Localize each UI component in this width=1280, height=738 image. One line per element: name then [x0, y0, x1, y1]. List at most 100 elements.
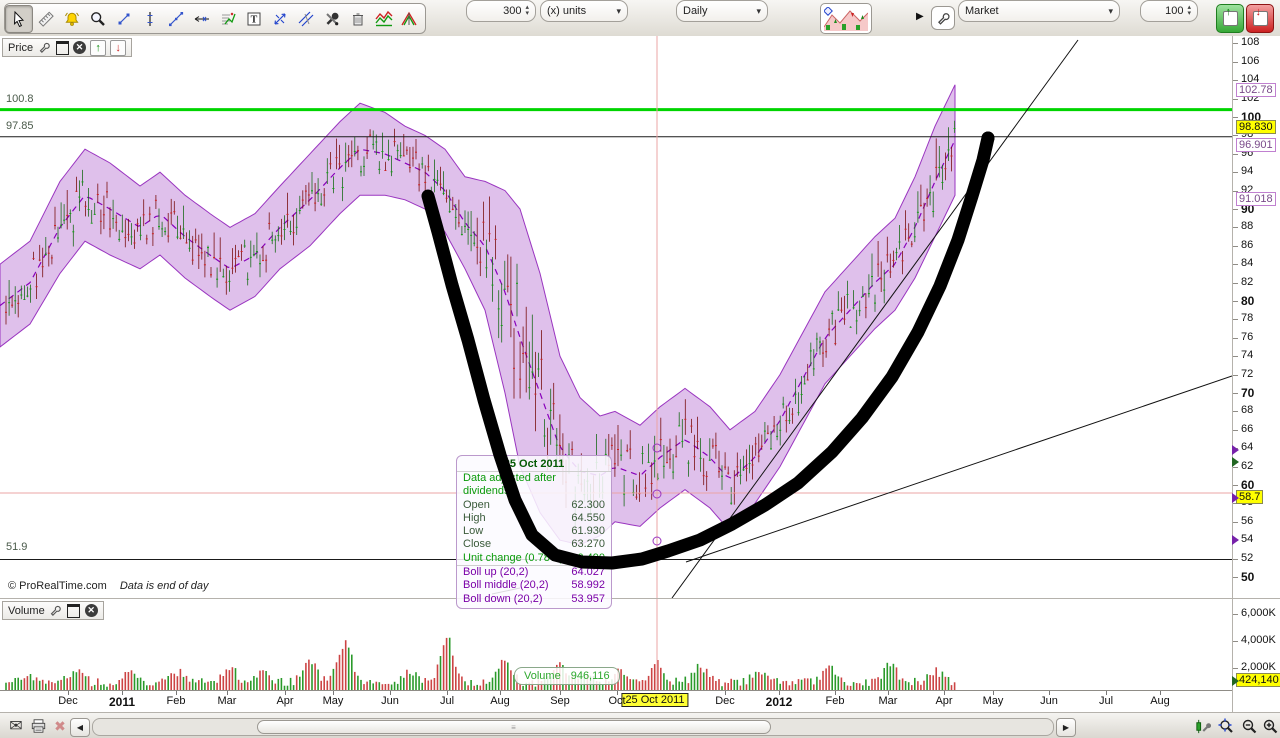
status-bar: ✉ ✖ ◀ ≡ ▶	[0, 712, 1280, 738]
volume-pane[interactable]: Volume ✕ Volume 946,116	[0, 598, 1232, 691]
level-label-100-8: 100.8	[4, 93, 36, 105]
scroll-right-button[interactable]: ▶	[1056, 718, 1076, 737]
price-chart-area[interactable]: Price ✕ ↑ ↓ 100.8 97.85 51.9 25 Oct 2011…	[0, 36, 1232, 598]
quantity-spinner[interactable]: ▴▾	[1187, 5, 1191, 17]
time-tick-label: Jul	[1099, 695, 1113, 707]
text-tool-button[interactable]: T	[241, 6, 267, 32]
axis-tick-mark	[1233, 319, 1238, 320]
parallel-lines-tool-button[interactable]	[293, 6, 319, 32]
proreal-time-window: T 300 ▴▾ (x) uni	[0, 0, 1280, 738]
horizontal-line-tool-button[interactable]	[189, 6, 215, 32]
wrench-icon	[49, 604, 62, 617]
volume-window-button[interactable]	[67, 604, 81, 618]
price-tick-label: 106	[1241, 55, 1259, 67]
footer-note: © ProRealTime.com Data is end of day	[8, 580, 209, 592]
market-select-value: Market	[965, 5, 999, 17]
price-settings-button[interactable]	[37, 41, 51, 55]
move-tool-button[interactable]	[267, 6, 293, 32]
price-close-button[interactable]: ✕	[73, 41, 86, 54]
pattern-indicator-button[interactable]	[397, 6, 423, 32]
alarm-tool-button[interactable]	[59, 6, 85, 32]
move-arrows-icon	[271, 10, 289, 28]
expand-orderpanel-arrow[interactable]: ▶	[916, 11, 924, 22]
buy-order-icon: ↑	[1223, 11, 1238, 26]
ohlc-tooltip-rows: Data adjusted after dividendsOpen62.300H…	[457, 472, 611, 606]
axis-tick-mark	[1233, 172, 1238, 173]
price-move-up-button[interactable]: ↑	[90, 40, 106, 56]
axis-tick-mark	[1233, 154, 1238, 155]
horizontal-scrollbar-thumb[interactable]: ≡	[257, 720, 771, 734]
bars-count-input[interactable]: 300 ▴▾	[466, 0, 536, 22]
time-tick-label: Dec	[715, 695, 735, 707]
time-axis[interactable]: 25 Oct 2011 Dec2011FebMarAprMayJunJulAug…	[0, 690, 1232, 713]
volume-settings-button[interactable]	[49, 604, 63, 618]
buy-button[interactable]: ↑	[1216, 4, 1244, 33]
indicator-list-tool-button[interactable]	[215, 6, 241, 32]
volume-tooltip-value: 946,116	[571, 670, 610, 682]
axis-position-arrow	[1232, 457, 1239, 467]
time-tick-label: Mar	[218, 695, 237, 707]
top-toolbar: T 300 ▴▾ (x) uni	[0, 0, 1280, 37]
time-tick-label: Oct	[608, 695, 625, 707]
zoom-cursor-button[interactable]	[1216, 716, 1236, 736]
zoom-in-icon	[1261, 717, 1279, 735]
units-select[interactable]: (x) units ▾	[540, 0, 628, 22]
zoom-out-button[interactable]	[1239, 716, 1259, 736]
tools-wrench-icon	[323, 10, 341, 28]
axis-tick-mark	[1233, 668, 1238, 669]
ruler-tool-button[interactable]	[33, 6, 59, 32]
vertical-line-icon	[141, 10, 159, 28]
scroll-left-button[interactable]: ◀	[70, 718, 90, 737]
ohlc-tooltip-row: Unit change (0.78%)+0.490	[457, 552, 611, 565]
axis-tick-mark	[1233, 117, 1238, 118]
volume-close-button[interactable]: ✕	[85, 604, 98, 617]
envelope-icon: ✉	[9, 716, 22, 736]
time-tick-label: Jul	[440, 695, 454, 707]
volume-tooltip-label: Volume	[524, 670, 561, 682]
axis-tick-mark	[1233, 264, 1238, 265]
pattern-icon	[400, 10, 420, 28]
print-button[interactable]	[28, 716, 48, 736]
pointer-tool-button[interactable]	[5, 5, 33, 33]
vertical-line-tool-button[interactable]	[137, 6, 163, 32]
axis-position-arrow	[1232, 493, 1239, 503]
settings-tools-button[interactable]	[319, 6, 345, 32]
price-tick-label: 86	[1241, 239, 1253, 251]
trend-line-tool-button[interactable]	[163, 6, 189, 32]
segment-tool-button[interactable]	[111, 6, 137, 32]
ohlc-tooltip: 25 Oct 2011 Data adjusted after dividend…	[456, 455, 612, 609]
zoom-tool-button[interactable]	[85, 6, 111, 32]
price-move-down-button[interactable]: ↓	[110, 40, 126, 56]
order-settings-button[interactable]	[931, 6, 955, 30]
horizontal-scrollbar-track[interactable]: ≡	[92, 718, 1054, 736]
price-tick-label: 88	[1241, 220, 1253, 232]
end-of-day-note: Data is end of day	[120, 580, 209, 592]
price-tick-label: 52	[1241, 552, 1253, 564]
price-window-button[interactable]	[55, 41, 69, 55]
chevron-down-icon: ▾	[616, 6, 621, 17]
delete-tool-button[interactable]	[345, 6, 371, 32]
red-cross-icon: ✖	[54, 718, 66, 735]
zigzag-indicator-button[interactable]	[371, 6, 397, 32]
volume-tick-label: 6,000K	[1241, 607, 1276, 619]
axis-value-marker: 91.018	[1236, 192, 1276, 206]
timeframe-select[interactable]: Daily ▾	[676, 0, 768, 22]
axis-tick-mark	[1233, 246, 1238, 247]
price-tick-label: 50	[1241, 570, 1254, 584]
price-axis[interactable]: 1081061041021009896949290888684828078767…	[1232, 36, 1280, 712]
volume-tooltip: Volume 946,116	[514, 667, 620, 685]
price-chart-canvas[interactable]	[0, 36, 1232, 598]
axis-value-marker: 102.78	[1236, 83, 1276, 97]
email-button[interactable]: ✉	[6, 716, 26, 736]
time-tick-label: Aug	[490, 695, 510, 707]
price-tick-label: 70	[1241, 386, 1254, 400]
market-order-type-select[interactable]: Market ▾	[958, 0, 1120, 22]
chart-options-button[interactable]	[1192, 716, 1212, 736]
sell-button[interactable]: ↓	[1246, 4, 1274, 33]
zoom-in-button[interactable]	[1260, 716, 1280, 736]
chart-style-button[interactable]	[820, 3, 872, 34]
bars-count-spinner[interactable]: ▴▾	[525, 5, 529, 17]
quantity-input[interactable]: 100 ▴▾	[1140, 0, 1198, 22]
detach-disabled-button[interactable]: ✖	[50, 716, 70, 736]
indicator-list-icon	[219, 10, 237, 28]
